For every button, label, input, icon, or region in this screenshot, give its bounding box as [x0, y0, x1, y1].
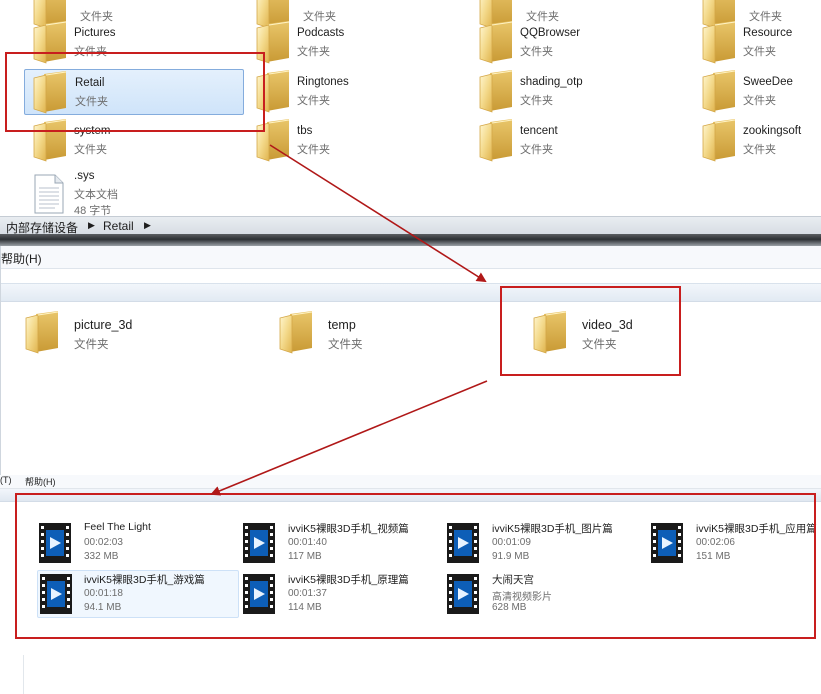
- arrow-to-videos: [210, 380, 488, 496]
- annotation-arrows: [210, 144, 488, 496]
- arrow-to-video-3d: [269, 144, 487, 283]
